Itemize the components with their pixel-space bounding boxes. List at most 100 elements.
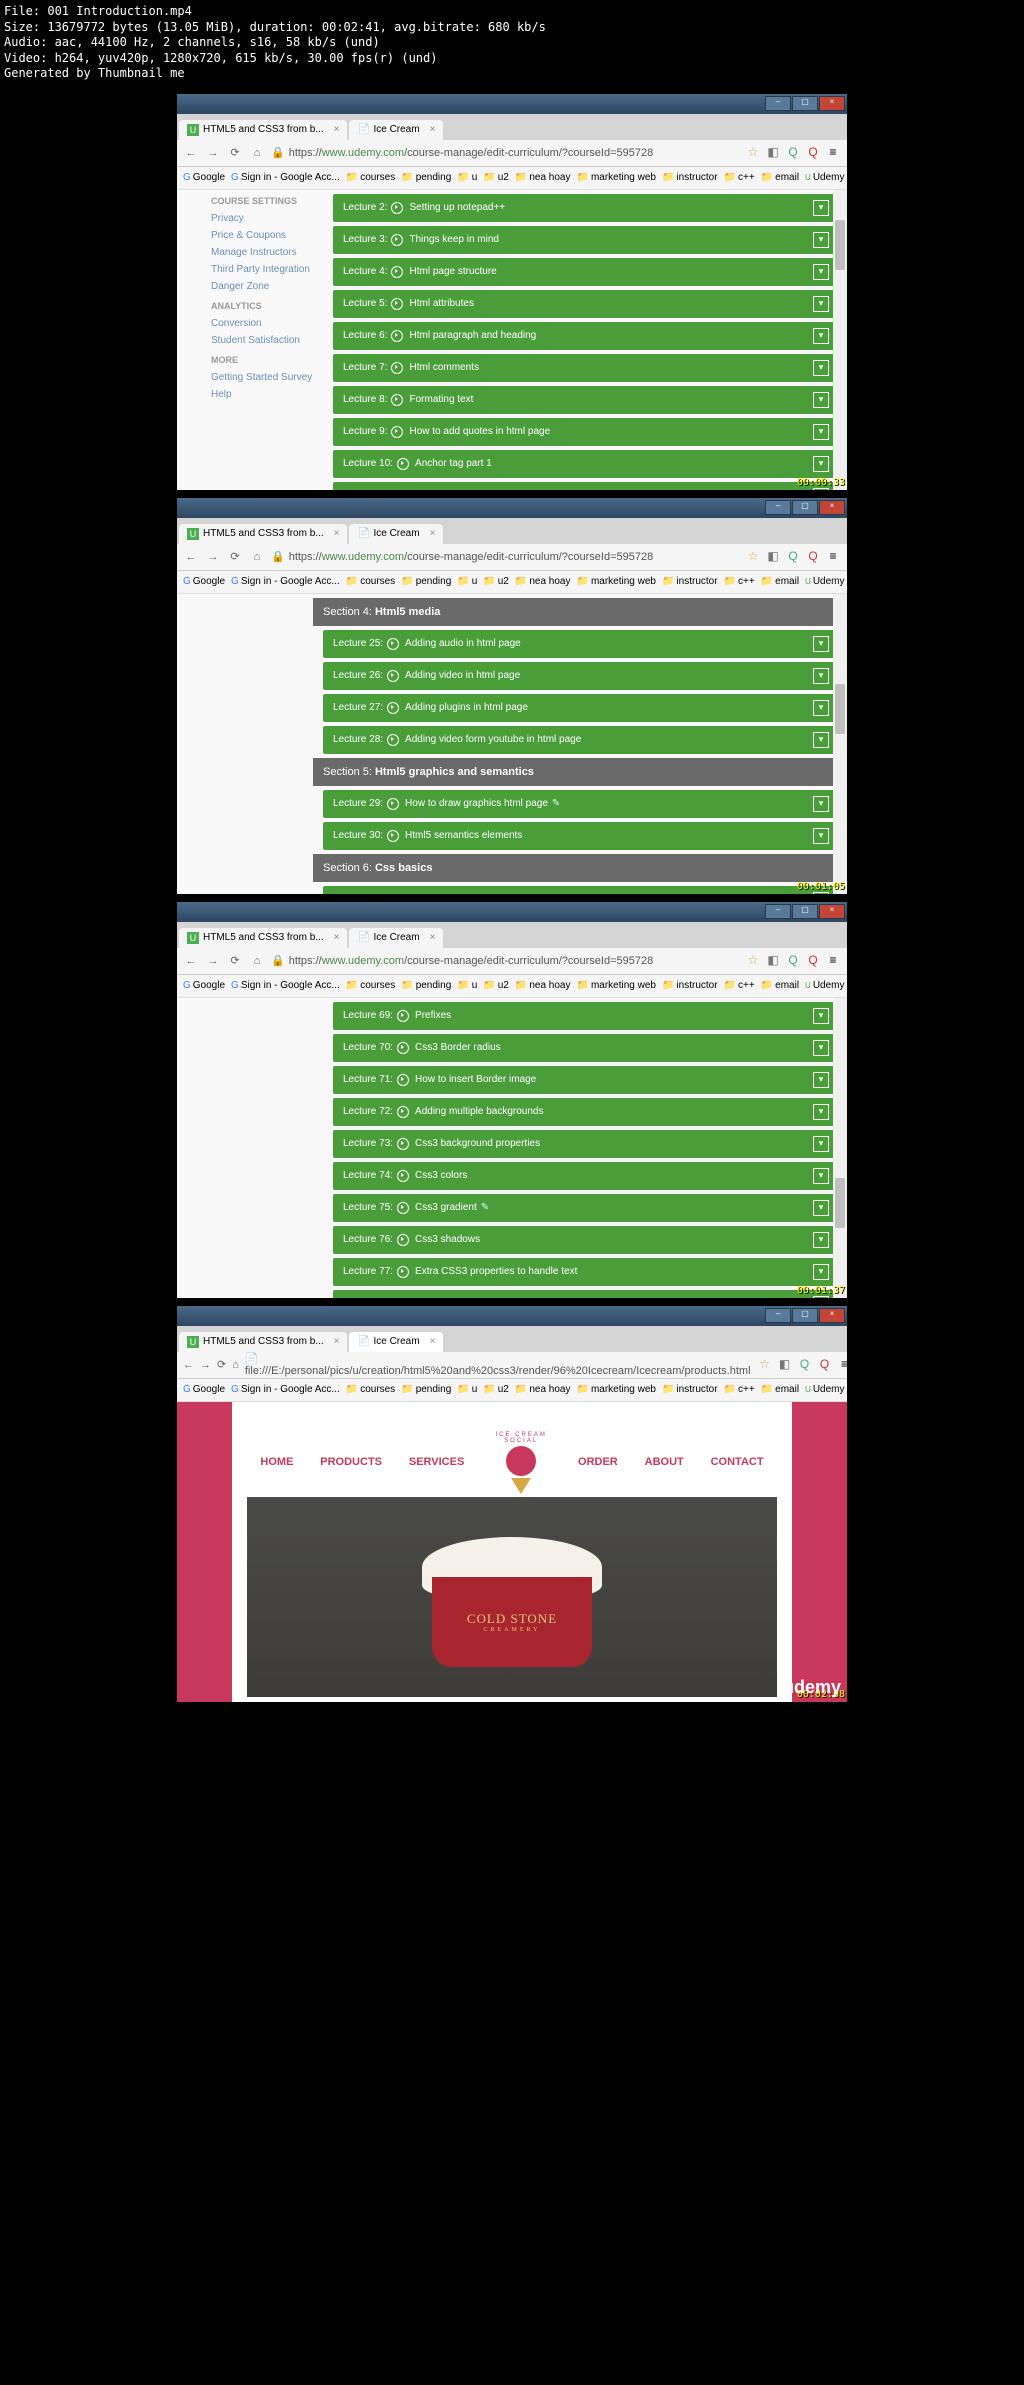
bookmark[interactable]: 📁 pending	[401, 576, 451, 587]
sidebar-item-privacy[interactable]: Privacy	[211, 210, 331, 227]
lecture-item[interactable]: Lecture 69:Prefixes▾	[333, 1002, 837, 1030]
bookmark[interactable]: 📁 c++	[724, 1384, 755, 1395]
section-header[interactable]: Section 6: Css basics	[313, 854, 837, 882]
bookmark[interactable]: 📁 u2	[483, 1384, 509, 1395]
bookmark[interactable]: U Udemy - Online Co...	[805, 1384, 847, 1395]
logo[interactable]: ICE CREAM SOCIAL	[491, 1432, 551, 1492]
lecture-item[interactable]: Lecture 71:How to insert Border image▾	[333, 1066, 837, 1094]
bookmark[interactable]: G Google	[183, 172, 225, 183]
pencil-icon[interactable]: ✎	[481, 1202, 489, 1213]
bookmark[interactable]: U Udemy - Online Co...	[805, 172, 847, 183]
bookmark[interactable]: 📁 email	[761, 980, 799, 991]
tab-udemy[interactable]: UHTML5 and CSS3 from b...×	[179, 1332, 347, 1352]
bookmark[interactable]: G Sign in - Google Acc...	[231, 1384, 340, 1395]
home-icon[interactable]: ⌂	[249, 549, 265, 565]
close-button[interactable]: ×	[819, 1308, 845, 1323]
bookmark-folder[interactable]: 📁 c++	[724, 172, 755, 183]
bookmark-folder[interactable]: 📁 courses	[346, 172, 395, 183]
close-icon[interactable]: ×	[334, 124, 340, 135]
expand-icon[interactable]: ▾	[813, 700, 829, 716]
ext-icon[interactable]: Q	[805, 145, 821, 161]
reload-icon[interactable]: ⟳	[227, 549, 243, 565]
bookmark[interactable]: U Udemy - Online Co...	[805, 980, 847, 991]
lecture-item[interactable]: Lecture 9:How to add quotes in html page…	[333, 418, 837, 446]
sidebar-item-help[interactable]: Help	[211, 386, 331, 403]
lecture-item[interactable]: Lecture 5:Html attributes▾	[333, 290, 837, 318]
sidebar-item-satisfaction[interactable]: Student Satisfaction	[211, 332, 331, 349]
lecture-item[interactable]: Lecture 7:Html comments▾	[333, 354, 837, 382]
expand-icon[interactable]: ▾	[813, 1264, 829, 1280]
expand-icon[interactable]: ▾	[813, 296, 829, 312]
scrollbar[interactable]	[833, 190, 847, 490]
ext-icon[interactable]: ◧	[765, 145, 781, 161]
nav-contact[interactable]: CONTACT	[711, 1456, 764, 1468]
lecture-item[interactable]: Lecture 25:Adding audio in html page▾	[323, 630, 837, 658]
lecture-item[interactable]: Lecture 4:Html page structure▾	[333, 258, 837, 286]
maximize-button[interactable]: ▢	[792, 500, 818, 515]
bookmark[interactable]: G Sign in - Google Acc...	[231, 980, 340, 991]
expand-icon[interactable]: ▾	[813, 456, 829, 472]
sidebar-item-instructors[interactable]: Manage Instructors	[211, 244, 331, 261]
sidebar-item-survey[interactable]: Getting Started Survey	[211, 369, 331, 386]
bookmark[interactable]: 📁 instructor	[662, 980, 718, 991]
expand-icon[interactable]: ▾	[813, 1040, 829, 1056]
url-field[interactable]: 🔒https://www.udemy.com/course-manage/edi…	[271, 954, 739, 967]
sidebar-item-thirdparty[interactable]: Third Party Integration	[211, 261, 331, 278]
minimize-button[interactable]: –	[765, 500, 791, 515]
ext-icon[interactable]: Q	[785, 145, 801, 161]
home-icon[interactable]: ⌂	[232, 1357, 239, 1373]
expand-icon[interactable]: ▾	[813, 796, 829, 812]
nav-about[interactable]: ABOUT	[645, 1456, 684, 1468]
lecture-item[interactable]: Lecture 27:Adding plugins in html page▾	[323, 694, 837, 722]
bookmark[interactable]: 📁 pending	[401, 1384, 451, 1395]
close-button[interactable]: ×	[819, 500, 845, 515]
expand-icon[interactable]: ▾	[813, 668, 829, 684]
bookmark-folder[interactable]: 📁 instructor	[662, 172, 718, 183]
lecture-item[interactable]: Lecture 10:Anchor tag part 1▾	[333, 450, 837, 478]
expand-icon[interactable]: ▾	[813, 1136, 829, 1152]
bookmark[interactable]: 📁 marketing web	[576, 576, 655, 587]
bookmark[interactable]: 📁 instructor	[662, 576, 718, 587]
lecture-item[interactable]: Lecture 31:Introduction to css▾	[323, 886, 837, 894]
minimize-button[interactable]: –	[765, 96, 791, 111]
expand-icon[interactable]: ▾	[813, 328, 829, 344]
lecture-item[interactable]: Lecture 30:Html5 semantics elements▾	[323, 822, 837, 850]
expand-icon[interactable]: ▾	[813, 360, 829, 376]
expand-icon[interactable]: ▾	[813, 232, 829, 248]
bookmark-folder[interactable]: 📁 pending	[401, 172, 451, 183]
expand-icon[interactable]: ▾	[813, 424, 829, 440]
bookmark[interactable]: G Google	[183, 576, 225, 587]
expand-icon[interactable]: ▾	[813, 264, 829, 280]
bookmark[interactable]: 📁 u	[457, 1384, 477, 1395]
close-button[interactable]: ×	[819, 904, 845, 919]
expand-icon[interactable]: ▾	[813, 1072, 829, 1088]
bookmark-folder[interactable]: 📁 email	[761, 172, 799, 183]
sidebar-item-danger[interactable]: Danger Zone	[211, 278, 331, 295]
lecture-item[interactable]: Lecture 73:Css3 background properties▾	[333, 1130, 837, 1158]
lecture-item[interactable]: Lecture 28:Adding video form youtube in …	[323, 726, 837, 754]
lecture-item[interactable]: Lecture 77:Extra CSS3 properties to hand…	[333, 1258, 837, 1286]
lecture-item[interactable]: Lecture 26:Adding video in html page▾	[323, 662, 837, 690]
bookmark[interactable]: G Google	[183, 1384, 225, 1395]
expand-icon[interactable]: ▾	[813, 488, 829, 490]
forward-icon[interactable]: →	[205, 145, 221, 161]
expand-icon[interactable]: ▾	[813, 1200, 829, 1216]
nav-services[interactable]: SERVICES	[409, 1456, 464, 1468]
bookmark[interactable]: 📁 courses	[346, 980, 395, 991]
back-icon[interactable]: ←	[183, 953, 199, 969]
lecture-item[interactable]: Lecture 78:Css3 web fonts▾	[333, 1290, 837, 1298]
lecture-item[interactable]: Lecture 3:Things keep in mind▾	[333, 226, 837, 254]
expand-icon[interactable]: ▾	[813, 732, 829, 748]
lecture-item[interactable]: Lecture 74:Css3 colors▾	[333, 1162, 837, 1190]
bookmark[interactable]: 📁 courses	[346, 576, 395, 587]
bookmark[interactable]: 📁 email	[761, 1384, 799, 1395]
url-field[interactable]: 📄 file:///E:/personal/pics/u/creation/ht…	[245, 1352, 751, 1377]
bookmark-folder[interactable]: 📁 u	[457, 172, 477, 183]
nav-products[interactable]: PRODUCTS	[320, 1456, 382, 1468]
tab-icecream[interactable]: 📄Ice Cream×	[349, 120, 443, 140]
expand-icon[interactable]: ▾	[813, 1104, 829, 1120]
bookmark[interactable]: 📁 instructor	[662, 1384, 718, 1395]
back-icon[interactable]: ←	[183, 1357, 194, 1373]
lecture-item[interactable]: Lecture 11:Anchor tag part 2▾	[333, 482, 837, 490]
bookmark[interactable]: 📁 c++	[724, 980, 755, 991]
